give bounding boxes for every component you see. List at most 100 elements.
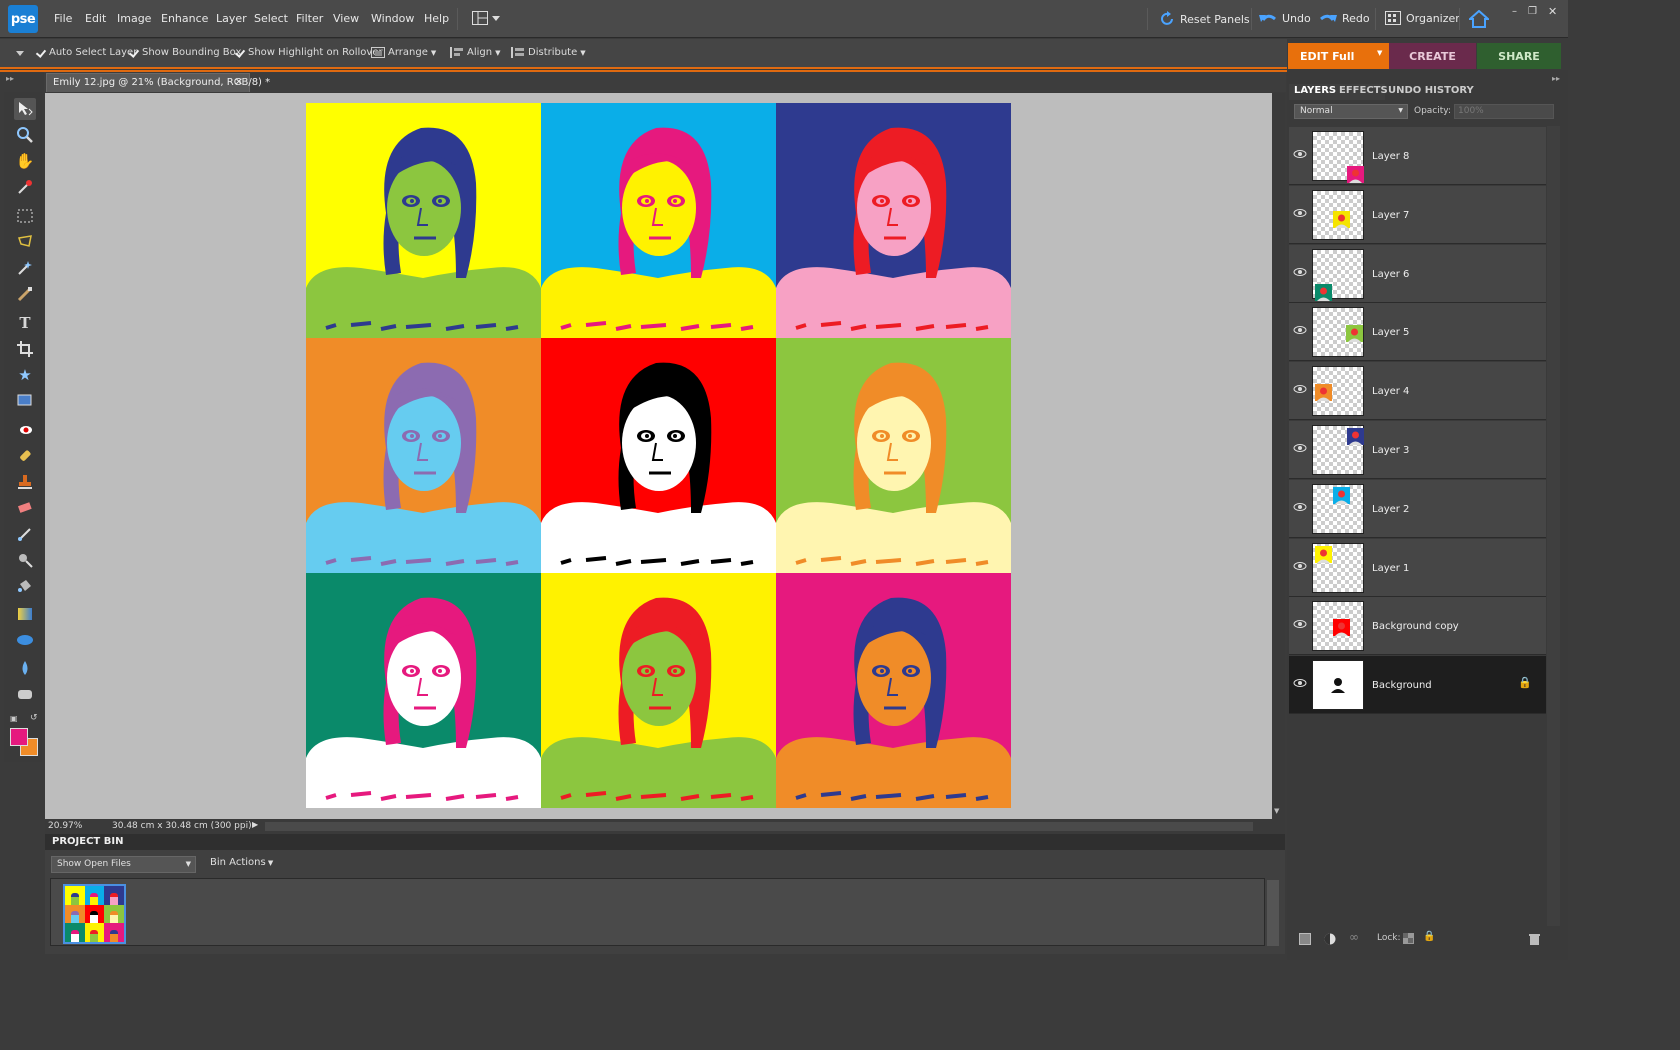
- eraser-tool-icon[interactable]: [14, 497, 36, 519]
- visibility-eye-icon[interactable]: [1293, 443, 1307, 453]
- red-eye-tool-icon[interactable]: [14, 419, 36, 441]
- visibility-eye-icon[interactable]: [1293, 208, 1307, 218]
- chevron-down-icon[interactable]: ▼: [1377, 49, 1382, 57]
- marquee-tool-icon[interactable]: [14, 205, 36, 227]
- move-tool-icon[interactable]: [14, 98, 36, 120]
- visibility-eye-icon[interactable]: [1293, 561, 1307, 571]
- scroll-down-icon[interactable]: ▼: [1274, 807, 1279, 815]
- menu-edit[interactable]: Edit: [85, 12, 106, 25]
- horizontal-scrollbar[interactable]: [265, 822, 1253, 831]
- menu-layer[interactable]: Layer: [216, 12, 247, 25]
- distribute-dropdown[interactable]: Distribute ▼: [511, 47, 586, 58]
- bin-actions-menu[interactable]: Bin Actions ▼: [210, 857, 273, 868]
- menu-file[interactable]: File: [54, 12, 72, 25]
- collapse-panel-icon[interactable]: ▸▸: [1552, 74, 1560, 83]
- foreground-color-swatch[interactable]: [10, 728, 28, 746]
- layer-row[interactable]: Layer 5: [1289, 303, 1546, 362]
- default-colors-icon[interactable]: ▣: [10, 714, 18, 723]
- menu-window[interactable]: Window: [371, 12, 414, 25]
- link-layers-icon[interactable]: ∞: [1349, 930, 1359, 944]
- visibility-eye-icon[interactable]: [1293, 678, 1307, 688]
- close-document-icon[interactable]: ✕: [235, 77, 243, 88]
- opacity-field[interactable]: 100%: [1454, 104, 1554, 119]
- minimize-icon[interactable]: –: [1512, 6, 1517, 17]
- document-tab[interactable]: Emily 12.jpg @ 21% (Background, RGB/8) *…: [46, 73, 270, 92]
- layers-tab[interactable]: LAYERS: [1294, 85, 1336, 96]
- tool-preset-chevron-icon[interactable]: [16, 51, 24, 56]
- hand-tool-icon[interactable]: ✋: [14, 150, 36, 172]
- trash-icon[interactable]: [1529, 933, 1540, 945]
- collapse-toolbox-icon[interactable]: ▸▸: [6, 74, 14, 83]
- gradient-tool-icon[interactable]: [14, 603, 36, 625]
- layer-row[interactable]: Layer 1: [1289, 538, 1546, 597]
- layer-row[interactable]: Layer 4: [1289, 362, 1546, 421]
- menu-enhance[interactable]: Enhance: [161, 12, 208, 25]
- layer-row[interactable]: Layer 8: [1289, 127, 1546, 185]
- share-tab[interactable]: SHARE: [1477, 43, 1561, 69]
- reset-panels-button[interactable]: Reset Panels: [1159, 11, 1250, 27]
- layer-row[interactable]: Background 🔒: [1289, 656, 1546, 715]
- visibility-eye-icon[interactable]: [1293, 502, 1307, 512]
- close-icon[interactable]: ✕: [1548, 5, 1557, 18]
- blend-mode-select[interactable]: Normal ▼: [1294, 104, 1408, 119]
- restore-icon[interactable]: ❐: [1528, 6, 1537, 17]
- clone-stamp-tool-icon[interactable]: [14, 471, 36, 493]
- paint-bucket-tool-icon[interactable]: [14, 575, 36, 597]
- menu-image[interactable]: Image: [117, 12, 151, 25]
- lock-transparent-icon[interactable]: [1403, 933, 1414, 944]
- layer-row[interactable]: Layer 6: [1289, 244, 1546, 303]
- visibility-eye-icon[interactable]: [1293, 384, 1307, 394]
- smart-brush-tool-icon[interactable]: [14, 549, 36, 571]
- layer-row[interactable]: Layer 2: [1289, 479, 1546, 538]
- vertical-scrollbar[interactable]: ▼: [1272, 93, 1285, 819]
- layer-row[interactable]: Layer 3: [1289, 421, 1546, 479]
- effects-tab[interactable]: EFFECTS: [1339, 85, 1388, 96]
- arrange-dropdown[interactable]: Arrange ▼: [371, 47, 436, 58]
- undo-history-tab[interactable]: UNDO HISTORY: [1388, 85, 1474, 96]
- blur-tool-icon[interactable]: [14, 657, 36, 679]
- workspace-layout-button[interactable]: [472, 11, 500, 25]
- edit-full-tab[interactable]: EDIT Full ▼: [1288, 43, 1389, 69]
- straighten-tool-icon[interactable]: [14, 390, 36, 412]
- layers-scrollbar[interactable]: [1547, 126, 1560, 926]
- layer-row[interactable]: Background copy: [1289, 597, 1546, 656]
- visibility-eye-icon[interactable]: [1293, 149, 1307, 159]
- swap-colors-icon[interactable]: ↺: [30, 713, 38, 723]
- visibility-eye-icon[interactable]: [1293, 325, 1307, 335]
- menu-filter[interactable]: Filter: [296, 12, 323, 25]
- layer-row[interactable]: Layer 7: [1289, 185, 1546, 244]
- shape-tool-icon[interactable]: [14, 629, 36, 651]
- home-button[interactable]: [1467, 9, 1491, 31]
- pop-art-image[interactable]: [306, 103, 1011, 808]
- healing-brush-tool-icon[interactable]: [14, 445, 36, 467]
- zoom-tool-icon[interactable]: [14, 124, 36, 146]
- bin-scrollbar[interactable]: [1267, 880, 1279, 946]
- show-highlight-checkbox[interactable]: Show Highlight on Rollover: [235, 47, 383, 58]
- eyedropper-tool-icon[interactable]: [14, 176, 36, 198]
- selection-brush-tool-icon[interactable]: [14, 283, 36, 305]
- menu-select[interactable]: Select: [254, 12, 288, 25]
- menu-help[interactable]: Help: [424, 12, 449, 25]
- undo-button[interactable]: Undo: [1259, 11, 1311, 25]
- redo-button[interactable]: Redo: [1319, 11, 1370, 25]
- adjustment-layer-icon[interactable]: [1324, 933, 1336, 945]
- brush-tool-icon[interactable]: [14, 523, 36, 545]
- app-logo[interactable]: pse: [8, 5, 38, 33]
- open-file-thumbnail[interactable]: [63, 884, 126, 944]
- menu-view[interactable]: View: [333, 12, 359, 25]
- lock-all-icon[interactable]: 🔒: [1423, 931, 1435, 942]
- visibility-eye-icon[interactable]: [1293, 267, 1307, 277]
- cookie-cutter-tool-icon[interactable]: ★: [14, 364, 36, 386]
- organizer-button[interactable]: Organizer: [1385, 11, 1460, 25]
- new-layer-icon[interactable]: [1299, 933, 1311, 945]
- magic-wand-tool-icon[interactable]: [14, 257, 36, 279]
- align-dropdown[interactable]: Align ▼: [450, 47, 500, 58]
- type-tool-icon[interactable]: T: [14, 312, 36, 334]
- create-tab[interactable]: CREATE: [1389, 43, 1476, 69]
- auto-select-layer-checkbox[interactable]: Auto Select Layer: [36, 47, 137, 58]
- lasso-tool-icon[interactable]: [14, 231, 36, 253]
- show-bounding-box-checkbox[interactable]: Show Bounding Box: [129, 47, 241, 58]
- crop-tool-icon[interactable]: [14, 338, 36, 360]
- visibility-eye-icon[interactable]: [1293, 619, 1307, 629]
- show-open-files-dropdown[interactable]: Show Open Files ▼: [51, 856, 196, 873]
